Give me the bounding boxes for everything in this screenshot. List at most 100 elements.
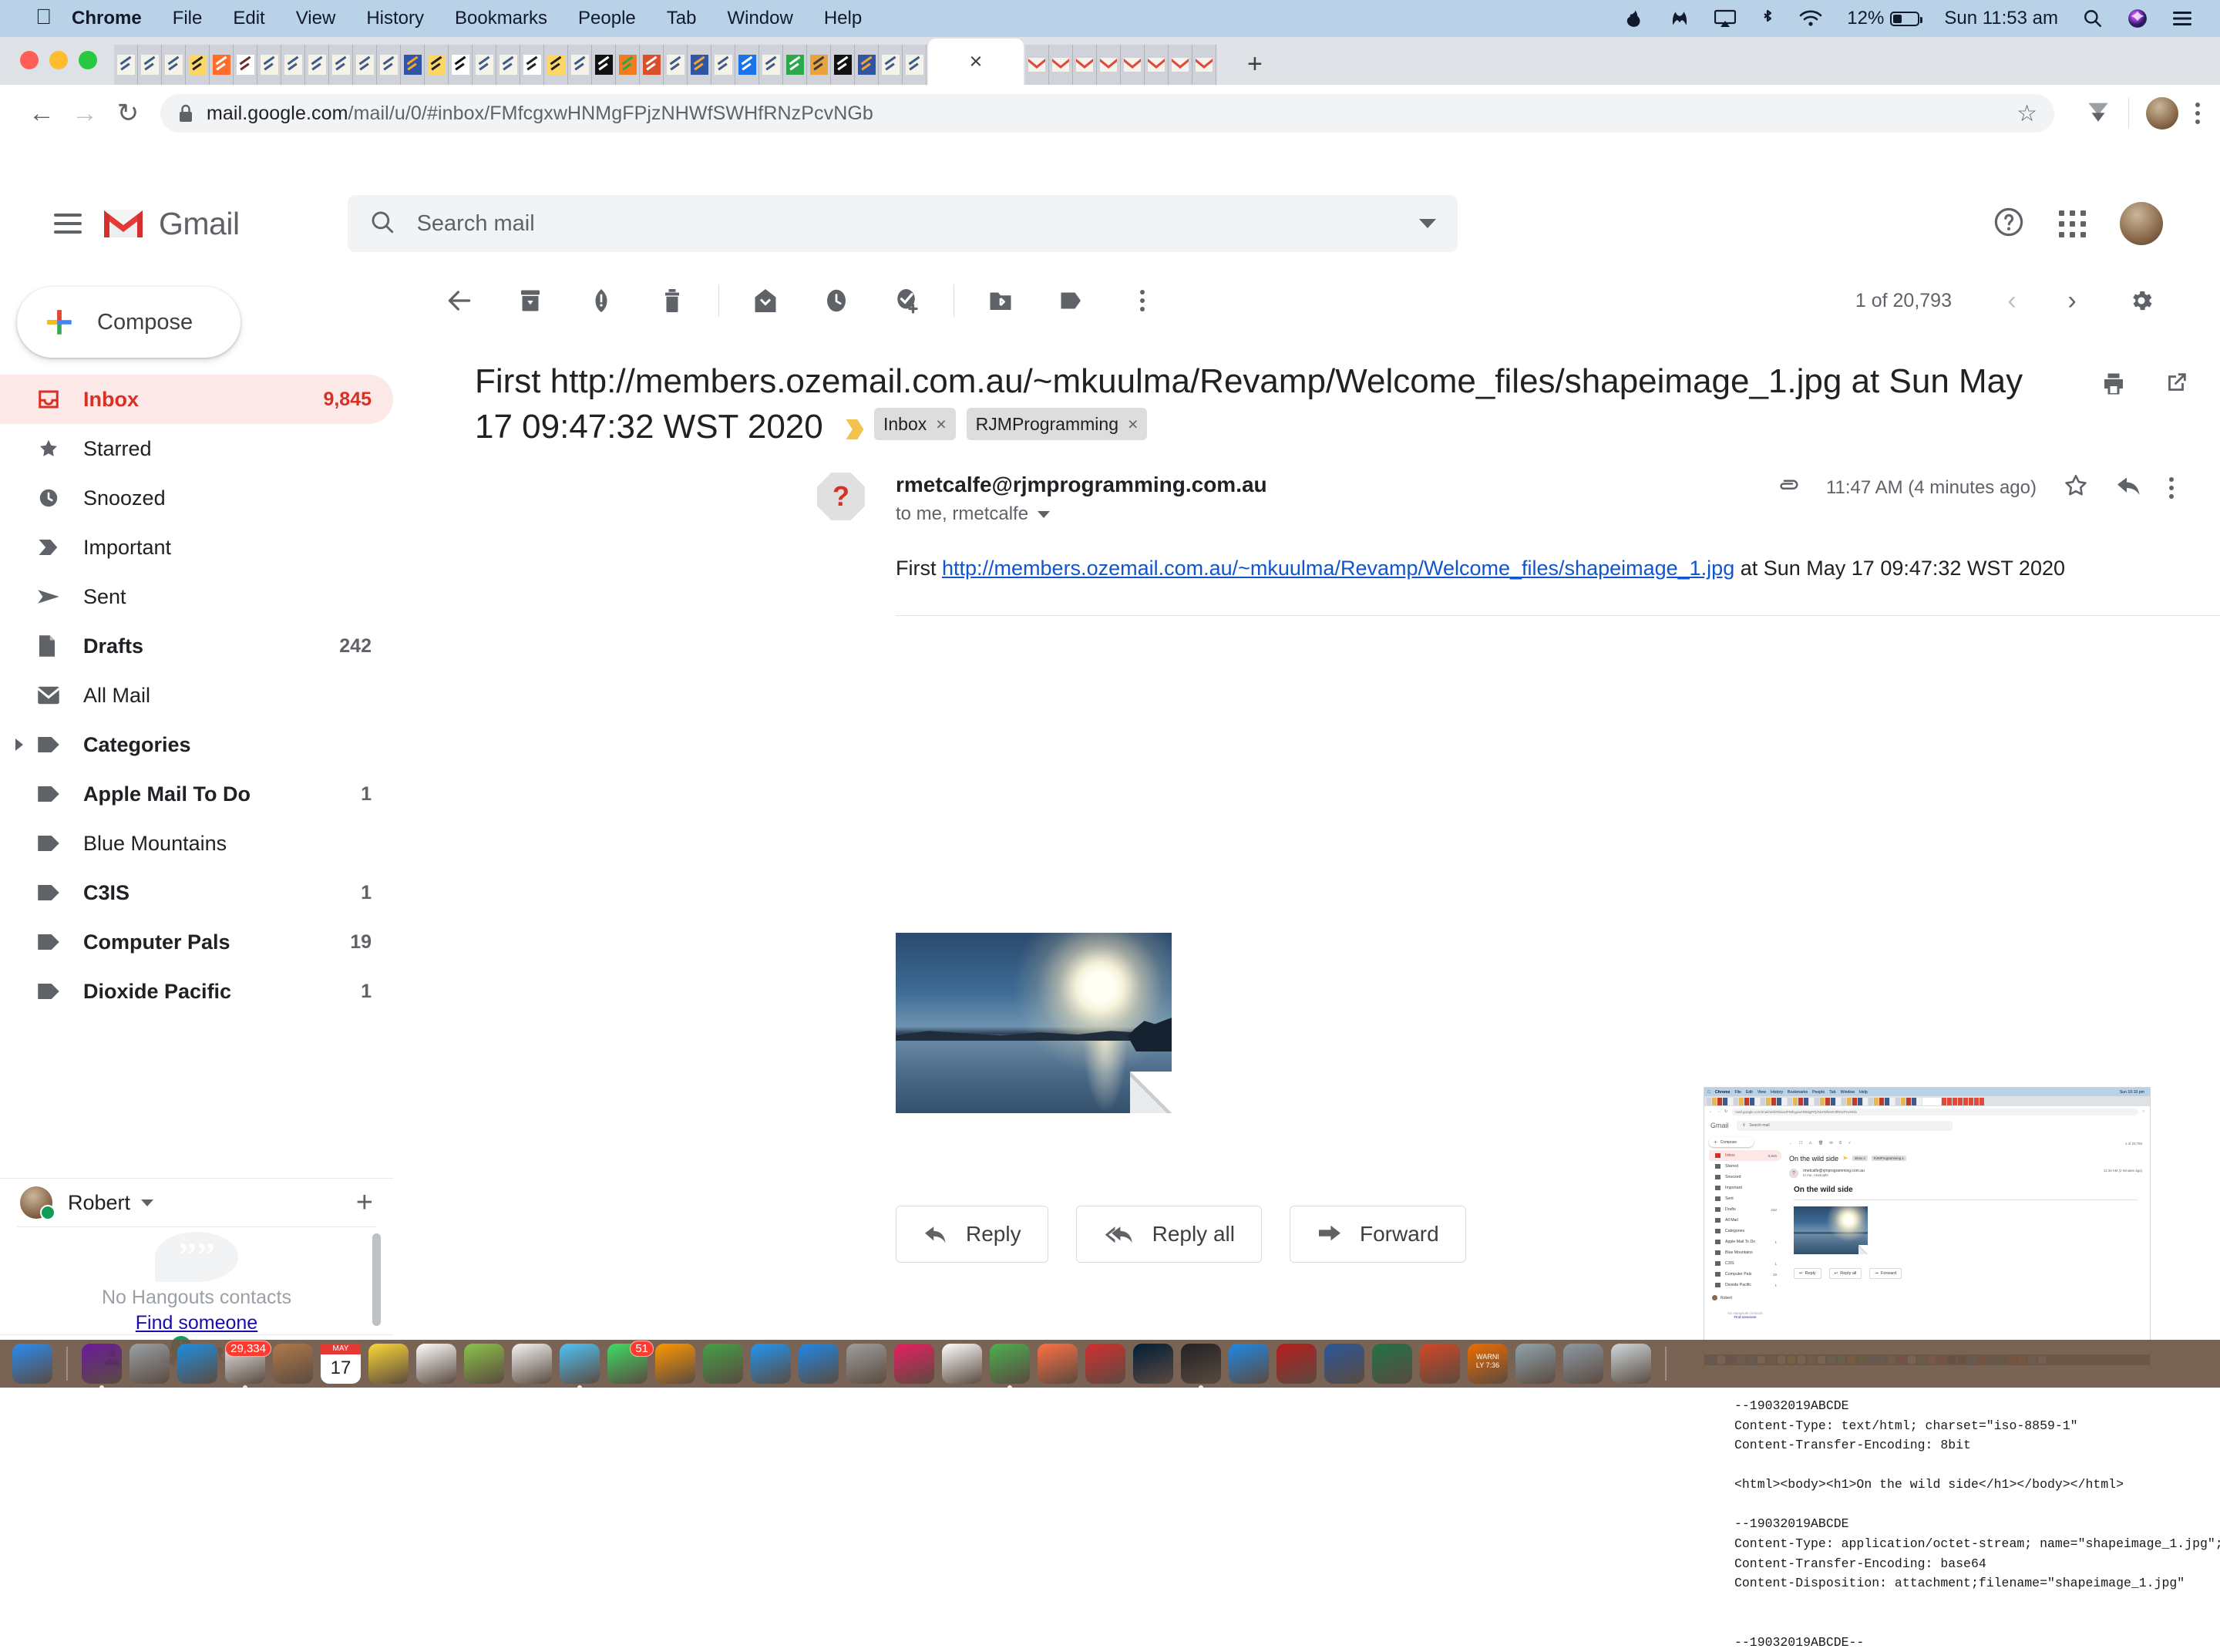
malwarebytes-status-icon[interactable] [1670, 8, 1690, 29]
move-to-button[interactable] [965, 268, 1036, 333]
launchpad-icon[interactable] [130, 1344, 170, 1384]
pinned-tab[interactable] [353, 45, 377, 85]
forward-button[interactable]: → [63, 99, 106, 129]
hangouts-add-button[interactable]: + [356, 1188, 373, 1217]
pinned-tab[interactable] [735, 45, 759, 85]
maps-icon[interactable] [464, 1344, 504, 1384]
new-tab-button[interactable]: + [1247, 51, 1263, 77]
photoshop-icon[interactable] [1133, 1344, 1173, 1384]
pinned-tab[interactable] [783, 45, 807, 85]
terminal-icon[interactable] [1181, 1344, 1221, 1384]
pinned-tab[interactable] [688, 45, 711, 85]
window-controls[interactable] [20, 51, 97, 69]
gmail-tab[interactable] [1073, 45, 1097, 85]
open-in-new-window-icon[interactable] [2163, 370, 2189, 402]
settings-gear-icon[interactable] [2106, 268, 2177, 333]
menu-bookmarks[interactable]: Bookmarks [455, 8, 547, 29]
safari-icon[interactable] [177, 1344, 217, 1384]
recipients-row[interactable]: to me, rmetcalfe [896, 503, 1267, 525]
siri-icon[interactable] [2128, 8, 2148, 29]
pinned-tab[interactable] [640, 45, 664, 85]
pages-icon[interactable] [655, 1344, 695, 1384]
menu-view[interactable]: View [296, 8, 336, 29]
label-chip-rjmprogramming[interactable]: RJMProgramming× [967, 408, 1148, 441]
main-menu-icon[interactable] [54, 214, 82, 234]
pinned-tab[interactable] [329, 45, 353, 85]
hangouts-user-row[interactable]: Robert + [0, 1179, 393, 1226]
pinned-tab[interactable] [473, 45, 496, 85]
pinned-tab[interactable] [377, 45, 401, 85]
forward-button[interactable]: Forward [1290, 1206, 1466, 1263]
documents-folder-icon[interactable] [1563, 1344, 1603, 1384]
calendar-icon[interactable]: MAY17 [321, 1344, 361, 1384]
numbers-icon[interactable] [703, 1344, 743, 1384]
pinned-tab[interactable] [234, 45, 257, 85]
sidebar-item-important[interactable]: Important [0, 523, 393, 572]
contacts-icon[interactable] [273, 1344, 313, 1384]
gmail-tab[interactable] [1192, 45, 1216, 85]
star-icon[interactable] [2063, 473, 2089, 503]
photos-icon[interactable] [512, 1344, 552, 1384]
pinned-tab[interactable] [281, 45, 305, 85]
pinned-tab[interactable] [520, 45, 544, 85]
chevron-right-icon[interactable] [15, 739, 23, 751]
next-message-button[interactable]: › [2046, 286, 2098, 316]
sidebar-item-apple-mail-to-do[interactable]: Apple Mail To Do1 [0, 769, 393, 819]
itunes-icon[interactable] [894, 1344, 934, 1384]
lake-sunset-photo[interactable] [896, 933, 1172, 1113]
extension-icon[interactable] [2085, 99, 2111, 129]
report-spam-button[interactable] [566, 268, 637, 333]
reply-button[interactable]: Reply [896, 1206, 1048, 1263]
system-preferences-icon[interactable] [846, 1344, 886, 1384]
gmail-tab[interactable] [1169, 45, 1192, 85]
gmail-screenshot-attachment[interactable]:  Chrome File Edit View History Bookmark… [1704, 1087, 2151, 1372]
word-icon[interactable] [1324, 1344, 1364, 1384]
pinned-tab[interactable] [855, 45, 879, 85]
pinned-tab[interactable] [568, 45, 592, 85]
print-icon[interactable] [2100, 370, 2128, 402]
maximize-window-button[interactable] [79, 51, 97, 69]
pinned-tab[interactable] [425, 45, 449, 85]
filezilla-icon[interactable] [1276, 1344, 1317, 1384]
minimize-window-button[interactable] [49, 51, 68, 69]
pinned-tab[interactable] [544, 45, 568, 85]
google-apps-icon[interactable] [2059, 210, 2086, 237]
sidebar-item-sent[interactable]: Sent [0, 572, 393, 621]
menu-window[interactable]: Window [727, 8, 792, 29]
reply-all-button[interactable]: Reply all [1076, 1206, 1262, 1263]
sidebar-item-snoozed[interactable]: Snoozed [0, 473, 393, 523]
chrome-menu-icon[interactable] [2195, 103, 2200, 124]
bluetooth-icon[interactable] [1761, 8, 1774, 29]
search-options-chevron-icon[interactable] [1419, 219, 1436, 228]
sidebar-item-drafts[interactable]: Drafts242 [0, 621, 393, 671]
label-chip-inbox[interactable]: Inbox× [874, 408, 956, 441]
gmail-tab[interactable] [1049, 45, 1073, 85]
finder-icon[interactable] [12, 1344, 52, 1384]
pinned-tab[interactable] [449, 45, 473, 85]
previous-message-button[interactable]: ‹ [1986, 286, 2038, 316]
menu-help[interactable]: Help [824, 8, 862, 29]
close-window-button[interactable] [20, 51, 39, 69]
siri-icon[interactable] [82, 1344, 122, 1384]
delete-button[interactable] [637, 268, 708, 333]
find-someone-link[interactable]: Find someone [136, 1312, 257, 1334]
pinned-tab[interactable] [257, 45, 281, 85]
recipients-chevron-icon[interactable] [1038, 511, 1050, 518]
airplay-icon[interactable] [1714, 9, 1736, 28]
address-bar[interactable]: mail.google.com/mail/u/0/#inbox/FMfcgxwH… [160, 94, 2054, 133]
pinned-tab[interactable] [138, 45, 162, 85]
pinned-tab[interactable] [114, 45, 138, 85]
textedit-icon[interactable] [942, 1344, 982, 1384]
account-avatar[interactable] [2120, 202, 2163, 245]
bookmark-star-icon[interactable]: ☆ [2016, 100, 2037, 127]
facetime-icon[interactable]: 51 [607, 1344, 648, 1384]
app-store-icon[interactable] [799, 1344, 839, 1384]
xcode-icon[interactable] [1229, 1344, 1269, 1384]
reply-icon[interactable] [2115, 474, 2143, 501]
remove-label-icon[interactable]: × [936, 412, 946, 436]
menu-chrome[interactable]: Chrome [72, 8, 142, 29]
messages-icon[interactable] [560, 1344, 600, 1384]
remove-label-icon[interactable]: × [1128, 412, 1138, 436]
snooze-button[interactable] [801, 268, 872, 333]
menu-history[interactable]: History [366, 8, 424, 29]
